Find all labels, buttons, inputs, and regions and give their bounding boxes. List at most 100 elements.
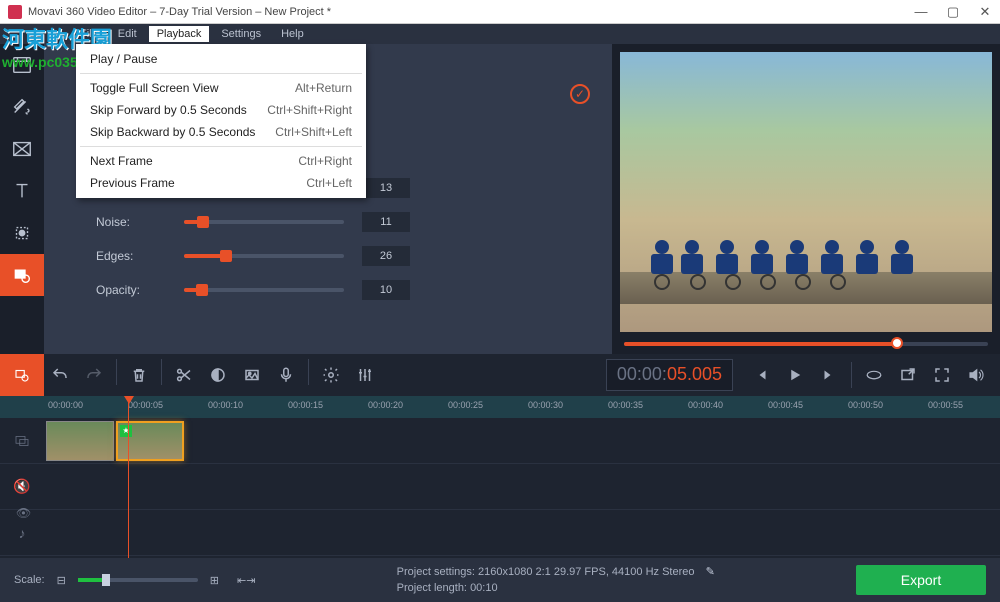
window-titlebar: Movavi 360 Video Editor – 7-Day Trial Ve… [0, 0, 1000, 24]
playhead[interactable] [128, 396, 129, 558]
timeline-ruler[interactable]: 00:00:0000:00:0500:00:1000:00:1500:00:20… [0, 396, 1000, 418]
volume-button[interactable] [960, 359, 992, 391]
menu-settings[interactable]: Settings [213, 26, 269, 42]
property-row: Edges:26 [96, 246, 588, 266]
menubar: FileEditPlaybackSettingsHelp [0, 24, 1000, 44]
property-row: Noise: 11 [96, 212, 588, 232]
preview-scrubber[interactable] [624, 342, 988, 346]
close-button[interactable]: ✕ [978, 5, 992, 19]
record-audio-button[interactable] [270, 359, 302, 391]
menu-playback[interactable]: Playback [149, 26, 210, 42]
ruler-tick: 00:00:55 [928, 400, 963, 410]
timeline: 00:00:0000:00:0500:00:1000:00:1500:00:20… [0, 396, 1000, 558]
zoom-in-icon[interactable]: ⊞ [210, 574, 219, 587]
project-settings-label: Project settings: [397, 566, 475, 578]
timecode-gray: 00:00: [617, 364, 667, 384]
highlight-tool[interactable] [0, 212, 44, 254]
split-button[interactable] [168, 359, 200, 391]
ruler-tick: 00:00:00 [48, 400, 83, 410]
color-adjust-button[interactable] [202, 359, 234, 391]
overlay-track-icon[interactable] [0, 432, 44, 450]
popout-button[interactable] [892, 359, 924, 391]
play-button[interactable] [779, 359, 811, 391]
zoom-out-icon[interactable]: ⊟ [57, 574, 66, 587]
redo-button[interactable] [78, 359, 110, 391]
property-slider[interactable] [184, 254, 344, 258]
crop-button[interactable] [236, 359, 268, 391]
360-view-button[interactable] [858, 359, 890, 391]
media-tool[interactable] [0, 44, 44, 86]
edit-settings-icon[interactable]: ✎ [706, 566, 715, 578]
audio-track[interactable]: ♪ [0, 510, 1000, 556]
timecode-display[interactable]: 00:00:05.005 [606, 359, 733, 391]
chroma-key-tool[interactable] [0, 254, 44, 296]
app-icon [8, 5, 22, 19]
export-button[interactable]: Export [856, 565, 986, 595]
maximize-button[interactable]: ▢ [946, 5, 960, 19]
equalizer-button[interactable] [349, 359, 381, 391]
project-length-label: Project length: [397, 582, 467, 594]
video-track[interactable]: 🔇 [0, 464, 1000, 510]
menu-item[interactable]: Next FrameCtrl+Right [76, 150, 366, 172]
fit-timeline-icon[interactable]: ⇤⇥ [237, 574, 255, 587]
titles-tool[interactable] [0, 170, 44, 212]
ruler-tick: 00:00:50 [848, 400, 883, 410]
fullscreen-button[interactable] [926, 359, 958, 391]
filters-tool[interactable] [0, 86, 44, 128]
property-value[interactable]: 26 [362, 246, 410, 266]
ruler-tick: 00:00:40 [688, 400, 723, 410]
timeline-tracks: 👁 ★ 🔇 ♪ [0, 418, 1000, 558]
window-title: Movavi 360 Video Editor – 7-Day Trial Ve… [28, 6, 914, 18]
scale-label: Scale: [14, 574, 45, 586]
property-value[interactable]: 11 [362, 212, 410, 232]
ruler-tick: 00:00:15 [288, 400, 323, 410]
chroma-key-accent[interactable] [0, 354, 44, 396]
timecode-orange: 05.005 [667, 364, 722, 384]
project-length-value: 00:10 [470, 582, 498, 594]
ruler-tick: 00:00:35 [608, 400, 643, 410]
ruler-tick: 00:00:30 [528, 400, 563, 410]
property-slider[interactable] [184, 288, 344, 292]
menu-item[interactable]: Skip Backward by 0.5 SecondsCtrl+Shift+L… [76, 121, 366, 143]
visibility-toggle-icon[interactable]: 👁 [16, 506, 31, 520]
scrubber-progress [624, 342, 897, 346]
timeline-clip-selected[interactable]: ★ [116, 421, 184, 461]
scale-slider[interactable] [78, 578, 198, 582]
ruler-tick: 00:00:25 [448, 400, 483, 410]
minimize-button[interactable]: — [914, 5, 928, 19]
menu-item[interactable]: Play / Pause [76, 48, 366, 70]
property-label: Noise: [96, 215, 166, 229]
audio-link-icon[interactable]: 🔇 [0, 478, 44, 495]
property-value[interactable]: 13 [362, 178, 410, 198]
menu-item[interactable]: Previous FrameCtrl+Left [76, 172, 366, 194]
ruler-tick: 00:00:20 [368, 400, 403, 410]
playback-menu-dropdown: Play / Pause Toggle Full Screen ViewAlt+R… [76, 44, 366, 198]
timeline-clip[interactable] [46, 421, 114, 461]
property-row: Opacity: 10 [96, 280, 588, 300]
music-track-icon[interactable]: ♪ [0, 525, 44, 541]
overlay-track[interactable]: ★ [0, 418, 1000, 464]
preview-panel [612, 44, 1000, 354]
next-frame-button[interactable] [813, 359, 845, 391]
menu-help[interactable]: Help [273, 26, 312, 42]
action-toolbar: 00:00:05.005 [0, 354, 1000, 396]
menu-file[interactable]: File [72, 26, 106, 42]
menu-edit[interactable]: Edit [110, 26, 145, 42]
menu-separator [80, 73, 362, 74]
apply-check-icon[interactable]: ✓ [570, 84, 590, 104]
property-slider[interactable] [184, 220, 344, 224]
menu-separator [80, 146, 362, 147]
preview-screen[interactable] [620, 52, 992, 332]
ruler-tick: 00:00:10 [208, 400, 243, 410]
property-label: Opacity: [96, 283, 166, 297]
transitions-tool[interactable] [0, 128, 44, 170]
clip-properties-button[interactable] [315, 359, 347, 391]
prev-frame-button[interactable] [745, 359, 777, 391]
scrubber-thumb[interactable] [891, 337, 903, 349]
undo-button[interactable] [44, 359, 76, 391]
menu-item[interactable]: Toggle Full Screen ViewAlt+Return [76, 77, 366, 99]
menu-item[interactable]: Skip Forward by 0.5 SecondsCtrl+Shift+Ri… [76, 99, 366, 121]
property-value[interactable]: 10 [362, 280, 410, 300]
delete-button[interactable] [123, 359, 155, 391]
clip-effect-badge: ★ [120, 425, 132, 437]
